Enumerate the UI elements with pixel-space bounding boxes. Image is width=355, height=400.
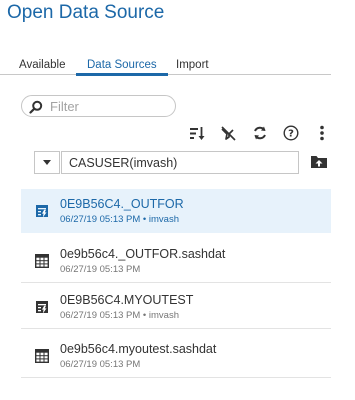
folder-up-icon[interactable] <box>310 153 328 171</box>
table-file-icon <box>35 254 49 268</box>
item-name: 0E9B56C4.MYOUTEST <box>60 293 194 307</box>
list-item[interactable]: 0E9B56C4.MYOUTEST 06/27/19 05:13 PM • im… <box>21 285 331 329</box>
svg-text:?: ? <box>288 129 294 140</box>
item-meta: 06/27/19 05:13 PM <box>60 264 141 275</box>
filter-placeholder: Filter <box>50 99 79 114</box>
filter-input[interactable]: Filter <box>21 95 176 117</box>
item-name: 0e9b56c4.myoutest.sashdat <box>60 342 217 356</box>
dialog-title: Open Data Source <box>7 2 165 23</box>
loaded-table-icon <box>36 205 48 218</box>
item-meta: 06/27/19 05:13 PM • imvash <box>60 214 179 225</box>
chevron-down-icon <box>43 160 51 165</box>
table-file-icon <box>35 349 49 363</box>
library-select[interactable]: CASUSER(imvash) <box>61 151 299 174</box>
tab-available[interactable]: Available <box>19 59 65 71</box>
hide-icon[interactable] <box>219 125 237 141</box>
search-icon <box>29 100 43 114</box>
list-item[interactable]: 0e9b56c4._OUTFOR.sashdat 06/27/19 05:13 … <box>21 239 331 283</box>
refresh-icon[interactable] <box>251 125 269 141</box>
item-name: 0E9B56C4._OUTFOR <box>60 197 184 211</box>
help-icon[interactable]: ? <box>282 125 300 141</box>
item-meta: 06/27/19 05:13 PM <box>60 359 141 370</box>
more-vertical-icon[interactable] <box>313 125 331 141</box>
list-item[interactable]: 0e9b56c4.myoutest.sashdat 06/27/19 05:13… <box>21 334 331 378</box>
tab-data-sources[interactable]: Data Sources <box>76 59 168 76</box>
loaded-table-icon <box>36 301 48 314</box>
library-dropdown-button[interactable] <box>34 151 60 174</box>
sort-icon[interactable] <box>188 125 206 141</box>
tab-import[interactable]: Import <box>176 59 209 71</box>
tab-bar: Available Data Sources Import <box>0 56 331 76</box>
item-meta: 06/27/19 05:13 PM • imvash <box>60 310 179 321</box>
list-item[interactable]: 0E9B56C4._OUTFOR 06/27/19 05:13 PM • imv… <box>21 189 331 233</box>
item-name: 0e9b56c4._OUTFOR.sashdat <box>60 247 226 261</box>
